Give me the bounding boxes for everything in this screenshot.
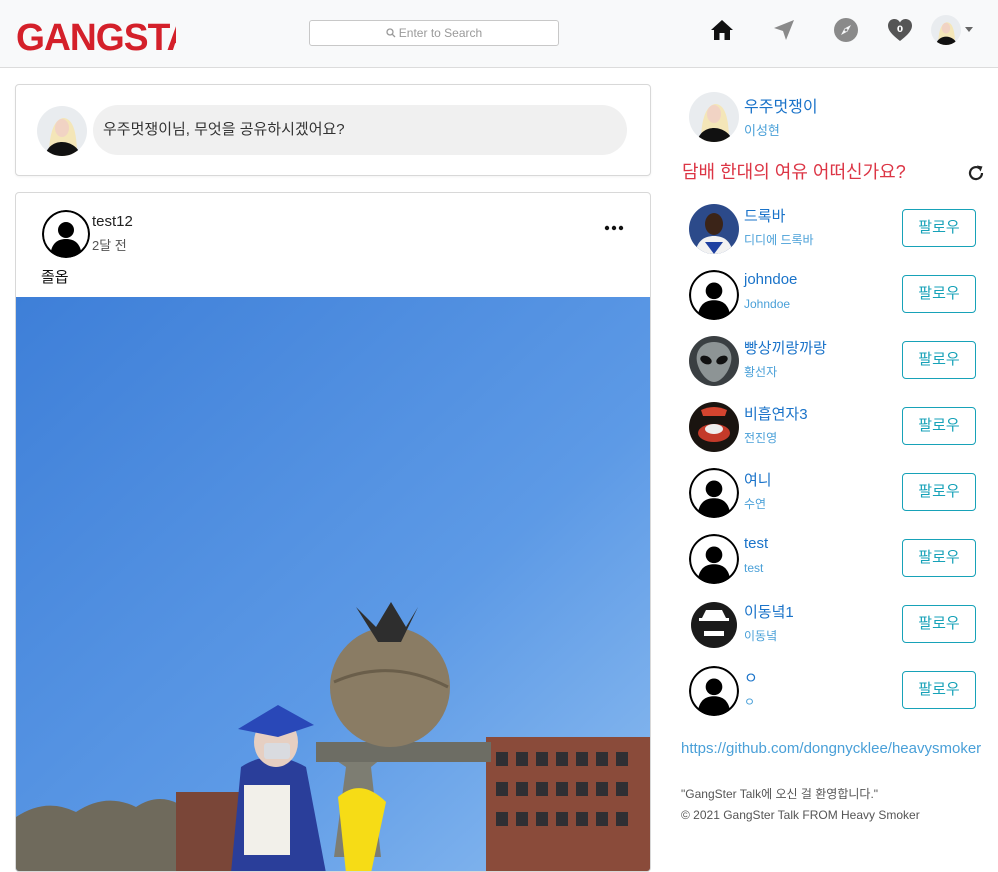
navbar: GANGSTA. Enter to Search 0 bbox=[0, 0, 998, 68]
explore-button[interactable] bbox=[832, 16, 860, 44]
suggestion-username[interactable]: 드록바 bbox=[744, 205, 785, 226]
suggestion-fullname: 이동녘 bbox=[744, 629, 778, 643]
suggestion-fullname: 전진영 bbox=[744, 431, 778, 445]
search-placeholder: Enter to Search bbox=[398, 26, 483, 40]
my-fullname: 이성현 bbox=[744, 123, 780, 138]
avatar[interactable] bbox=[689, 336, 739, 386]
follow-button[interactable]: 팔로우 bbox=[902, 473, 976, 511]
suggestions-heading: 담배 한대의 여유 어떠신가요? bbox=[682, 162, 906, 182]
follow-button[interactable]: 팔로우 bbox=[902, 671, 976, 709]
avatar bbox=[37, 106, 87, 156]
follow-button[interactable]: 팔로우 bbox=[902, 209, 976, 247]
profile-avatar[interactable] bbox=[931, 15, 961, 45]
search-icon bbox=[386, 28, 396, 38]
post-author[interactable]: test12 bbox=[92, 213, 133, 230]
more-options-icon[interactable] bbox=[604, 223, 624, 233]
suggestion-item: 비흡연자3 전진영 팔로우 bbox=[680, 396, 990, 454]
avatar[interactable] bbox=[689, 600, 739, 650]
suggestion-username[interactable]: 비흡연자3 bbox=[744, 403, 808, 424]
suggestion-fullname: test bbox=[744, 561, 764, 575]
suggestion-username[interactable]: test bbox=[744, 535, 768, 552]
svg-text:GANGSTA.: GANGSTA. bbox=[16, 16, 176, 58]
avatar[interactable] bbox=[689, 468, 739, 518]
post-text: 졸옵 bbox=[41, 269, 69, 286]
suggestion-username[interactable]: 빵상끼랑까랑 bbox=[744, 337, 827, 358]
direct-button[interactable] bbox=[770, 16, 798, 44]
gangsta-logo[interactable]: GANGSTA. bbox=[16, 14, 176, 58]
suggestion-fullname: 디디에 드록바 bbox=[744, 233, 814, 247]
suggestion-username[interactable]: 여니 bbox=[744, 469, 772, 490]
suggestion-item: test test 팔로우 bbox=[680, 528, 990, 586]
avatar[interactable] bbox=[42, 210, 90, 258]
suggestion-fullname: Johndoe bbox=[744, 297, 791, 311]
post-photo[interactable] bbox=[16, 297, 651, 872]
suggestion-item: johndoe Johndoe 팔로우 bbox=[680, 264, 990, 322]
suggestion-item: ㅇㅇ 팔로우 bbox=[680, 660, 990, 718]
follow-button[interactable]: 팔로우 bbox=[902, 341, 976, 379]
share-card: 우주멋쟁이님, 무엇을 공유하시겠어요? bbox=[15, 84, 651, 176]
github-link[interactable]: https://github.com/dongnycklee/heavysmok… bbox=[681, 737, 983, 761]
home-button[interactable] bbox=[708, 16, 736, 44]
home-icon bbox=[711, 20, 733, 40]
chevron-down-icon[interactable] bbox=[965, 27, 973, 32]
suggestion-fullname: 수연 bbox=[744, 497, 767, 511]
suggestion-item: 드록바디디에 드록바 팔로우 bbox=[680, 198, 990, 256]
post-card: test12 2달 전 졸옵 bbox=[15, 192, 651, 872]
follow-button[interactable]: 팔로우 bbox=[902, 539, 976, 577]
avatar[interactable] bbox=[689, 666, 739, 716]
welcome-text: "GangSter Talk에 오신 걸 환영합니다." bbox=[681, 787, 879, 801]
search-input[interactable]: Enter to Search bbox=[309, 20, 559, 46]
suggestion-username[interactable]: ㅇ bbox=[744, 667, 758, 688]
suggestion-username[interactable]: 이동녘1 bbox=[744, 601, 794, 622]
avatar bbox=[931, 15, 961, 45]
suggestion-fullname: ㅇ bbox=[744, 695, 756, 709]
avatar[interactable] bbox=[689, 204, 739, 254]
avatar[interactable] bbox=[689, 534, 739, 584]
avatar[interactable] bbox=[689, 92, 739, 142]
suggestion-item: 이동녘1 이동녘 팔로우 bbox=[680, 594, 990, 652]
follow-button[interactable]: 팔로우 bbox=[902, 275, 976, 313]
avatar[interactable] bbox=[689, 402, 739, 452]
suggestion-fullname: 황선자 bbox=[744, 365, 778, 379]
send-icon bbox=[774, 20, 794, 40]
suggestion-item: 여니수연 팔로우 bbox=[680, 462, 990, 520]
suggestion-username[interactable]: johndoe bbox=[744, 271, 797, 288]
avatar[interactable] bbox=[689, 270, 739, 320]
refresh-icon[interactable] bbox=[967, 164, 985, 182]
notification-count: 0 bbox=[896, 25, 904, 35]
follow-button[interactable]: 팔로우 bbox=[902, 605, 976, 643]
my-username[interactable]: 우주멋쟁이 bbox=[744, 93, 818, 117]
activity-button[interactable]: 0 bbox=[886, 16, 914, 44]
compass-icon bbox=[834, 18, 858, 42]
post-timestamp: 2달 전 bbox=[92, 238, 127, 253]
copyright-text: © 2021 GangSter Talk FROM Heavy Smoker bbox=[681, 808, 920, 822]
share-prompt-input[interactable]: 우주멋쟁이님, 무엇을 공유하시겠어요? bbox=[93, 105, 627, 155]
suggestion-item: 빵상끼랑까랑황선자 팔로우 bbox=[680, 330, 990, 388]
follow-button[interactable]: 팔로우 bbox=[902, 407, 976, 445]
